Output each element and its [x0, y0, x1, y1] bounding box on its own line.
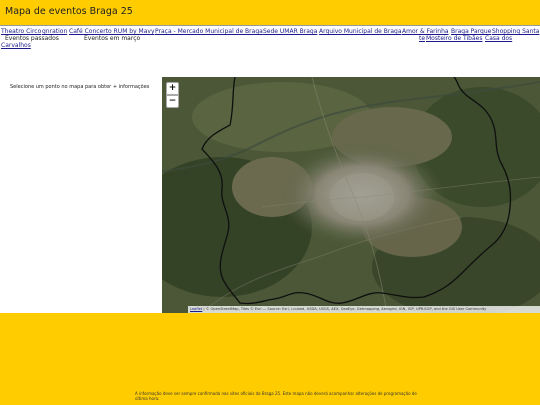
footer-disclaimer: A informação deve ser sempre confirmada …	[135, 391, 417, 401]
nav-link-mosteiro-tibaes[interactable]: Mosteiro de Tibães	[426, 35, 482, 42]
info-panel	[0, 77, 162, 313]
nav-link-cafe-concerto[interactable]: Café Concerto RUM by Mavy	[69, 28, 155, 35]
nav-link-braga-parque[interactable]: Braga Parque	[451, 28, 491, 35]
map-attribution: Leaflet | © OpenStreetMap, Tiles © Esri …	[188, 306, 540, 313]
nav-link-gnration[interactable]: gnration	[42, 28, 67, 35]
nav-link-sede-umar[interactable]: Sede UMAR Braga	[263, 28, 317, 35]
zoom-in-button[interactable]: +	[166, 82, 179, 95]
march-events-label: Eventos em março	[84, 35, 141, 42]
nav-link-casa-dos-carvalhos[interactable]: Casa dos	[485, 35, 512, 42]
nav-link-shopping-santa-cont[interactable]: te	[419, 35, 425, 42]
nav-link-theatro-circo[interactable]: Theatro Circo	[1, 28, 41, 35]
satellite-map[interactable]	[162, 77, 540, 313]
info-panel-prompt: Selecione um ponto no mapa para obter + …	[10, 84, 150, 90]
past-events-label: Eventos passados	[5, 35, 59, 42]
leaflet-link[interactable]: Leaflet	[190, 307, 202, 311]
nav-link-casa-dos-carvalhos-cont[interactable]: Carvalhos	[1, 42, 31, 49]
nav-link-arquivo-municipal[interactable]: Arquivo Municipal de Braga	[319, 28, 402, 35]
attribution-text: | © OpenStreetMap, Tiles © Esri — Source…	[202, 307, 487, 311]
map-tiles	[162, 77, 540, 313]
zoom-out-button[interactable]: −	[166, 95, 179, 108]
page-title: Mapa de eventos Braga 25	[5, 6, 133, 17]
nav-link-amor-farinha[interactable]: Amor & Farinha	[402, 28, 449, 35]
nav-link-shopping-santa[interactable]: Shopping Santa	[492, 28, 539, 35]
nav-link-praca-mercado[interactable]: Praça - Mercado Municipal de Braga	[155, 28, 263, 35]
